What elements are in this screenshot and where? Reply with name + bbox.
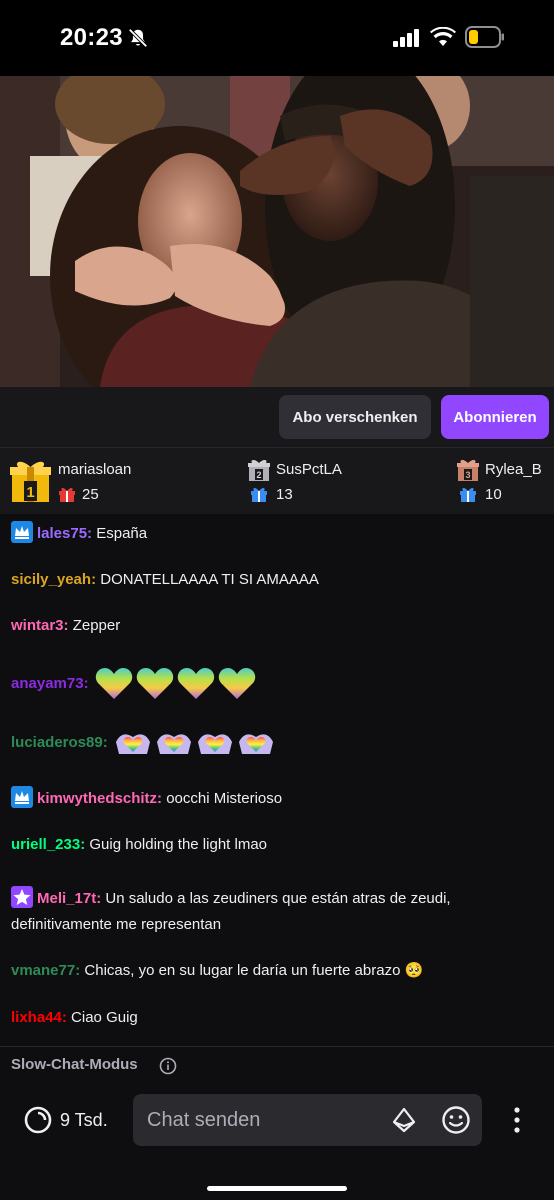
wifi-icon [430,27,456,46]
chat-message[interactable]: anayam73: [11,662,546,706]
crown-icon[interactable] [11,521,33,543]
status-bar: 20:23 [0,0,554,76]
chat-text: Zepper [72,617,121,634]
info-icon[interactable] [159,1057,177,1075]
silver-gift-rank-icon: 2 [248,459,270,481]
svg-text:2: 2 [256,470,261,480]
leaderboard-name: SusPctLA [276,461,342,478]
chat-message[interactable]: luciaderos89: [11,725,546,761]
leaderboard-name: Rylea_B [485,461,542,478]
bits-icon[interactable] [391,1107,417,1133]
rainbow-heart-hands-emote-row[interactable] [114,728,276,758]
chat-message[interactable]: vmane77: Chicas, yo en su lugar le daría… [11,958,546,984]
svg-text:3: 3 [465,470,470,480]
gold-gift-rank-icon: 1 [10,461,51,502]
more-options-icon[interactable] [509,1106,525,1134]
gift-sub-button[interactable]: Abo verschenken [279,395,431,439]
chat-message[interactable]: lales75: España [11,521,546,547]
leaderboard-count: 13 [276,486,293,503]
chat-message[interactable]: wintar3: Zepper [11,613,546,639]
gift-leaderboard[interactable]: 1 mariasloan 25 2 SusPctLA 13 3 Rylea_B [0,447,554,514]
heart-emote [177,668,214,700]
leaderboard-entry-2[interactable]: 2 SusPctLA 13 [240,448,440,515]
leaderboard-entry-3[interactable]: 3 Rylea_B 10 [450,448,554,515]
chat-input-bar: 9 Tsd. [0,1082,554,1200]
chat-colon: : [91,571,101,588]
subscription-bar: Abo verschenken Abonnieren [0,387,554,447]
heart-emote-row[interactable] [95,665,257,703]
chat-colon: : [96,890,106,907]
subscribe-button[interactable]: Abonnieren [441,395,549,439]
chat-text: oocchi Misterioso [166,790,283,807]
leaderboard-entry-1[interactable]: 1 mariasloan 25 [0,448,240,515]
chat-colon: : [102,734,112,751]
heart-emote [95,668,132,700]
chat-input[interactable] [133,1094,482,1146]
battery-low-icon [465,26,504,48]
chat-colon: : [157,790,167,807]
chat-text: DONATELLAAAA TI SI AMAAAA [100,571,319,588]
chat-message[interactable]: kimwythedschitz: oocchi Misterioso [11,786,546,812]
chat-message[interactable]: lixha44: Ciao Guig [11,1005,546,1031]
chat-message[interactable]: uriell_233: Guig holding the light lmao [11,832,546,858]
chat-text: España [96,525,148,542]
chat-colon: : [75,962,85,979]
leaderboard-count: 25 [82,486,99,503]
heart-hands-emote [197,734,232,755]
chat-username[interactable]: lixha44 [11,1009,62,1026]
heart-hands-emote [115,734,150,755]
gift-icon [251,487,267,502]
pleading-face-emoji: 🥺 [404,962,424,979]
chat-username[interactable]: wintar3 [11,617,64,634]
chat-message[interactable]: sicily_yeah: DONATELLAAAA TI SI AMAAAA [11,567,546,593]
heart-emote [218,668,255,700]
home-indicator[interactable] [207,1186,347,1191]
chat-text: Ciao Guig [71,1009,138,1026]
chat-text: Chicas, yo en su lugar le daría un fuert… [84,962,401,979]
emote-picker-icon[interactable] [441,1105,471,1135]
chat-username[interactable]: Meli_17t [37,890,96,907]
video-player[interactable] [0,76,554,387]
bell-off-icon [128,28,148,48]
chat-username[interactable]: sicily_yeah [11,571,91,588]
chat-colon: : [63,617,73,634]
chat-username[interactable]: lales75 [37,525,87,542]
chat-message[interactable]: Meli_17t: Un saludo a las zeudiners que … [11,886,546,938]
gift-icon [59,487,75,502]
leaderboard-name: mariasloan [58,461,132,478]
chat-text: Guig holding the light lmao [89,836,268,853]
channel-points-count[interactable]: 9 Tsd. [60,1110,108,1131]
chat-colon: : [83,675,93,692]
leaderboard-count: 10 [485,486,502,503]
chat-username[interactable]: uriell_233 [11,836,80,853]
slow-mode-notice: Slow-Chat-Modus [0,1046,554,1082]
gift-icon [460,487,476,502]
bronze-gift-rank-icon: 3 [457,459,479,481]
heart-emote [136,668,173,700]
chat-colon: : [87,525,97,542]
slow-mode-label: Slow-Chat-Modus [11,1056,138,1073]
chat-username[interactable]: anayam73 [11,675,84,692]
chat-list[interactable]: lales75: España sicily_yeah: DONATELLAAA… [0,514,554,1044]
video-frame [0,76,554,387]
channel-points-icon[interactable] [24,1106,52,1134]
chat-username[interactable]: luciaderos89 [11,734,103,751]
svg-text:1: 1 [26,484,34,501]
chat-colon: : [80,836,90,853]
chat-username[interactable]: kimwythedschitz [37,790,157,807]
heart-hands-emote [238,734,273,755]
chat-username[interactable]: vmane77 [11,962,75,979]
chat-colon: : [61,1009,72,1026]
heart-hands-emote [156,734,191,755]
star-icon[interactable] [11,886,33,908]
crown-icon[interactable] [11,786,33,808]
status-time: 20:23 [60,24,123,51]
signal-icon [393,29,419,47]
